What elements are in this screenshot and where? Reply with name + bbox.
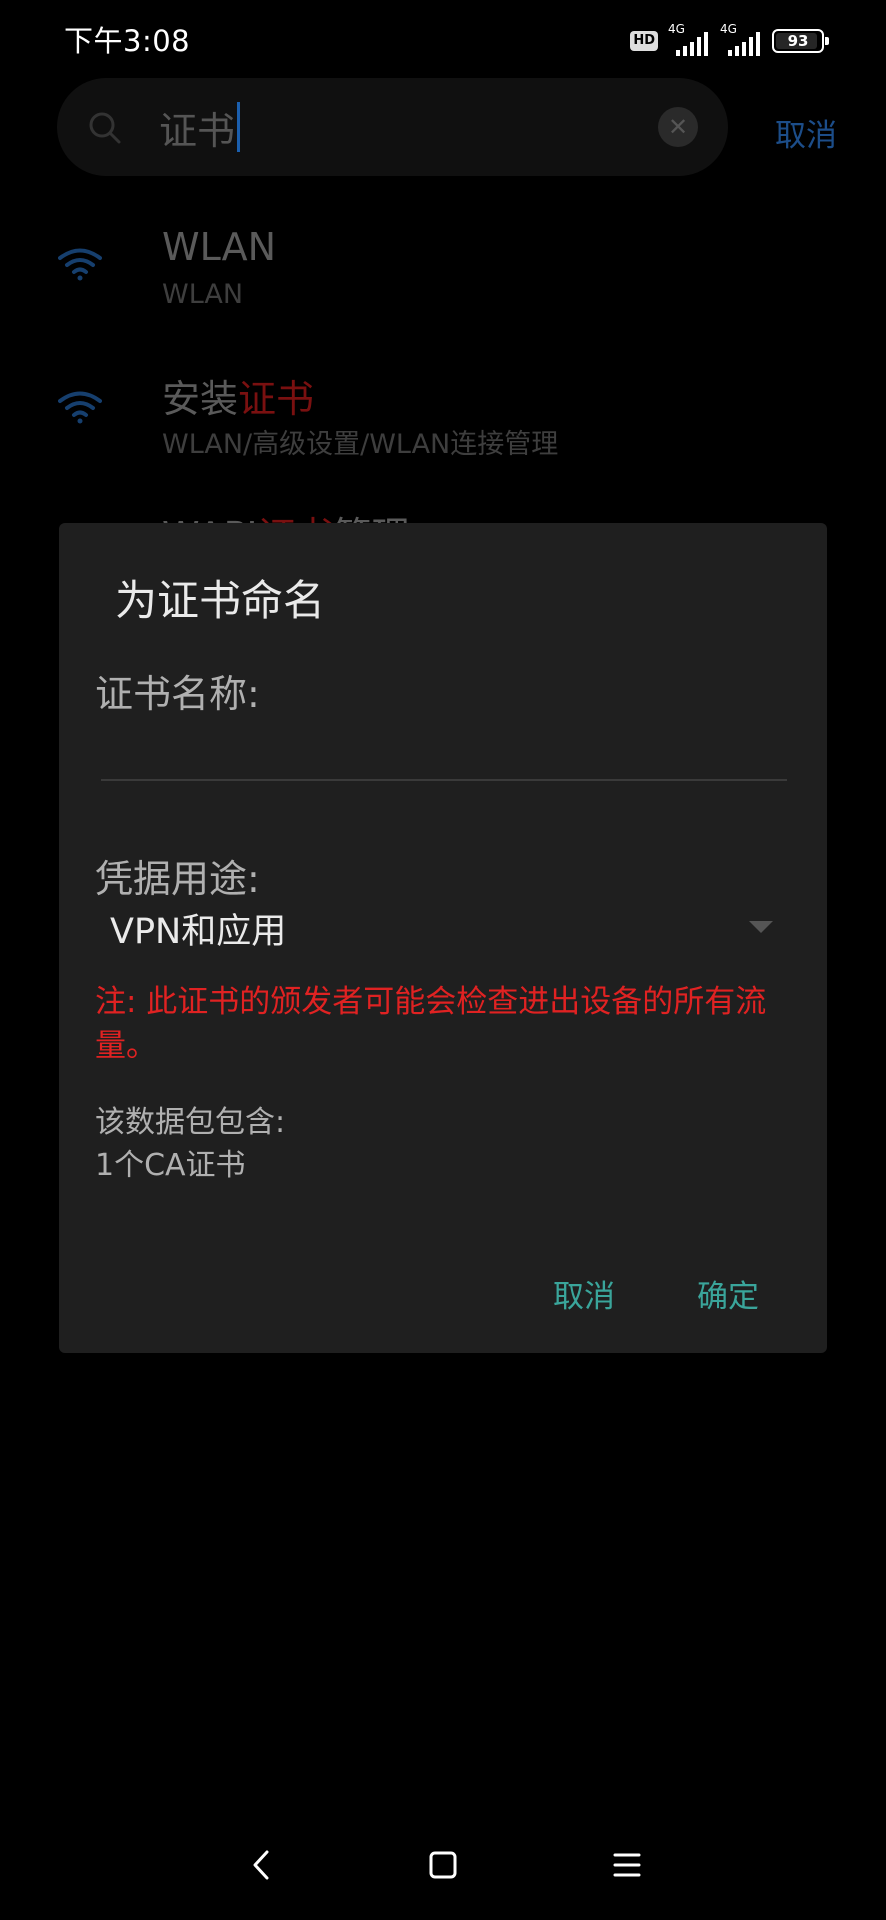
hd-icon: HD — [630, 31, 658, 51]
menu-button[interactable] — [602, 1840, 652, 1890]
dialog-title: 为证书命名 — [115, 576, 326, 625]
navigation-bar — [0, 1830, 886, 1900]
wifi-icon — [58, 248, 102, 281]
battery-cap — [825, 37, 829, 45]
credential-usage-dropdown[interactable]: VPN和应用 — [95, 895, 785, 955]
result-subtitle: WLAN/高级设置/WLAN连接管理 — [162, 429, 559, 460]
home-icon — [429, 1851, 457, 1879]
clear-search-button[interactable]: ✕ — [658, 107, 698, 147]
list-item[interactable]: WAPI证书管理 — [0, 505, 886, 523]
name-certificate-dialog: 为证书命名 证书名称: 凭据用途: VPN和应用 注: 此证书的颁发者可能会检查… — [59, 523, 827, 1353]
cancel-button[interactable]: 取消 — [541, 1263, 627, 1324]
back-button[interactable] — [237, 1840, 287, 1890]
home-button[interactable] — [418, 1840, 468, 1890]
battery-icon: 93 — [772, 29, 829, 53]
warning-text: 注: 此证书的颁发者可能会检查进出设备的所有流量。 — [95, 984, 767, 1064]
status-icons: HD 4G 4G 93 — [630, 22, 829, 58]
search-query: 证书 — [159, 108, 236, 153]
certificate-name-label: 证书名称: — [95, 672, 260, 716]
menu-icon — [613, 1853, 641, 1877]
status-time: 下午3:08 — [64, 24, 191, 58]
search-cancel-button[interactable]: 取消 — [775, 110, 837, 155]
result-subtitle: WLAN — [162, 279, 244, 310]
certificate-name-input[interactable] — [101, 719, 787, 781]
close-icon: ✕ — [667, 113, 689, 141]
text-caret — [237, 102, 241, 152]
signal-icon: 4G — [720, 22, 762, 56]
status-bar: 下午3:08 HD 4G 4G 93 — [0, 0, 886, 80]
ok-button[interactable]: 确定 — [685, 1263, 771, 1324]
back-icon — [253, 1850, 269, 1880]
result-title: WAPI证书管理 — [162, 505, 410, 523]
search-icon — [89, 112, 121, 144]
result-title: WLAN — [162, 225, 277, 269]
wifi-icon — [58, 391, 102, 424]
search-bar[interactable]: 证书 ✕ — [57, 78, 728, 176]
dropdown-arrow-icon — [749, 921, 773, 933]
result-title: 安装证书 — [162, 377, 315, 421]
package-label: 该数据包包含: — [95, 1105, 286, 1140]
battery-level: 93 — [787, 32, 809, 50]
package-content: 1个CA证书 — [95, 1148, 246, 1183]
credential-usage-value: VPN和应用 — [110, 912, 287, 952]
signal-icon: 4G — [668, 22, 710, 56]
search-input[interactable]: 证书 — [159, 100, 241, 154]
